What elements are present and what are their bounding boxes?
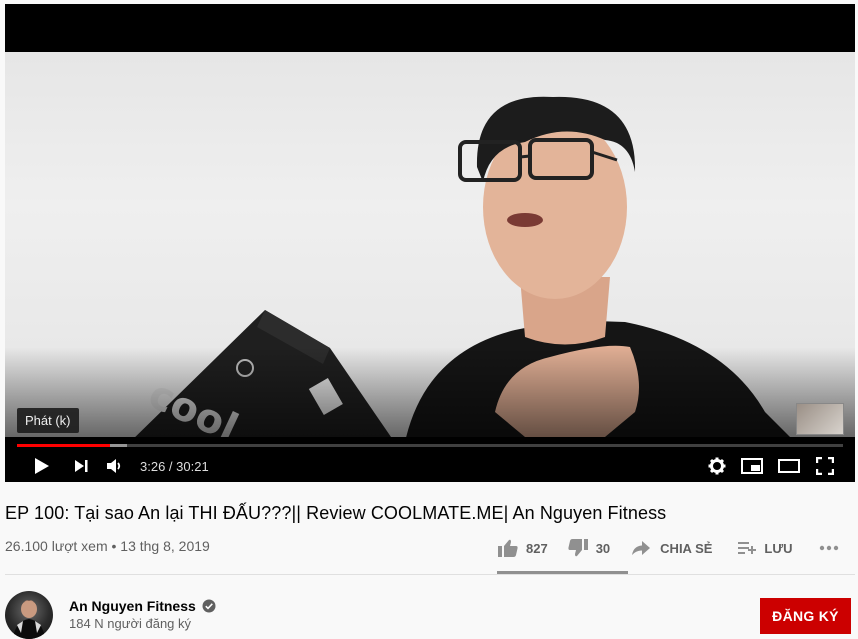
- avatar-image: [13, 600, 45, 639]
- more-icon: [819, 545, 838, 551]
- video-meta: 26.100 lượt xem • 13 thg 8, 2019: [5, 538, 210, 554]
- play-button[interactable]: [27, 450, 55, 482]
- player-controls: 3:26 / 30:21: [5, 450, 855, 482]
- progress-bar[interactable]: [17, 444, 843, 447]
- meta-separator: •: [107, 538, 121, 554]
- video-actions: 827 30 CHIA SẺ LƯU: [498, 536, 839, 560]
- channel-avatar[interactable]: [5, 591, 53, 639]
- subscriber-count: 184 N người đăng ký: [69, 616, 192, 631]
- settings-button[interactable]: [705, 450, 729, 482]
- subscribe-button[interactable]: ĐĂNG KÝ: [760, 598, 851, 634]
- share-label: CHIA SẺ: [660, 540, 713, 556]
- share-button[interactable]: CHIA SẺ: [632, 540, 712, 556]
- like-button[interactable]: 827: [498, 539, 548, 557]
- time-current: 3:26: [140, 459, 166, 474]
- channel-name[interactable]: An Nguyen Fitness: [69, 598, 216, 614]
- play-tooltip: Phát (k): [17, 408, 79, 433]
- dislike-count: 30: [595, 540, 611, 556]
- time-total: 30:21: [176, 459, 209, 474]
- save-label: LƯU: [764, 540, 793, 556]
- theater-icon: [778, 459, 800, 473]
- save-playlist-icon: [738, 542, 757, 554]
- video-player[interactable]: cool Phát (k): [5, 4, 855, 482]
- publish-date: 13 thg 8, 2019: [120, 538, 210, 554]
- controls-gradient: [5, 347, 855, 437]
- miniplayer-icon: [741, 458, 763, 474]
- dislike-button[interactable]: 30: [568, 539, 610, 557]
- share-icon: [632, 541, 651, 555]
- volume-icon: [107, 459, 121, 473]
- video-frame[interactable]: cool: [5, 52, 855, 437]
- fullscreen-button[interactable]: [813, 450, 837, 482]
- time-display: 3:26 / 30:21: [140, 450, 209, 482]
- divider: [5, 574, 855, 575]
- storyboard-thumbnail: [796, 403, 844, 435]
- save-button[interactable]: LƯU: [738, 540, 793, 556]
- next-icon: [75, 460, 88, 472]
- view-count: 26.100 lượt xem: [5, 538, 108, 554]
- more-actions-button[interactable]: [819, 545, 839, 551]
- settings-icon: [708, 457, 726, 475]
- fullscreen-icon: [816, 457, 834, 475]
- thumb-up-icon: [498, 539, 518, 557]
- progress-played: [17, 444, 111, 447]
- thumb-down-icon: [568, 539, 588, 557]
- channel-name-text: An Nguyen Fitness: [69, 598, 196, 614]
- video-title: EP 100: Tại sao An lại THI ĐẤU???|| Revi…: [5, 503, 667, 523]
- next-button[interactable]: [69, 450, 93, 482]
- play-icon: [35, 458, 49, 474]
- volume-button[interactable]: [103, 450, 127, 482]
- verified-icon: [202, 599, 216, 613]
- theater-mode-button[interactable]: [776, 450, 802, 482]
- miniplayer-button[interactable]: [739, 450, 765, 482]
- like-count: 827: [526, 540, 548, 556]
- time-separator: /: [165, 459, 177, 474]
